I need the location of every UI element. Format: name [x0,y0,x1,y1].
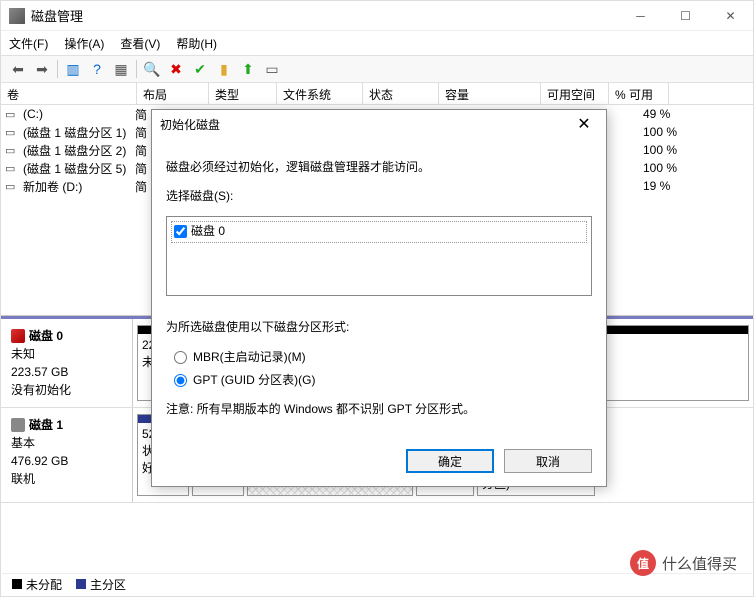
panel-icon[interactable]: ▥ [62,58,84,80]
gpt-radio[interactable]: GPT (GUID 分区表)(G) [174,371,592,390]
delete-icon[interactable]: ✖ [165,58,187,80]
col-free[interactable]: 可用空间 [541,83,609,104]
check-icon[interactable]: ✔ [189,58,211,80]
help-icon[interactable]: ? [86,58,108,80]
col-volume[interactable]: 卷 [1,83,137,104]
app-icon [9,8,25,24]
close-button[interactable]: ✕ [708,1,753,31]
ok-button[interactable]: 确定 [406,449,494,473]
volume-icon: ▭ [5,126,21,139]
select-disk-label: 选择磁盘(S): [166,187,592,206]
watermark-text: 什么值得买 [662,553,737,574]
dialog-titlebar: 初始化磁盘 ✕ [152,110,606,138]
window-title: 磁盘管理 [31,6,618,25]
action-icon[interactable]: 🔍 [141,58,163,80]
initialize-disk-dialog: 初始化磁盘 ✕ 磁盘必须经过初始化，逻辑磁盘管理器才能访问。 选择磁盘(S): … [151,109,607,487]
menu-view[interactable]: 查看(V) [120,35,160,52]
disk-0-checkbox[interactable] [174,225,187,238]
legend: 未分配 主分区 [2,573,752,595]
volume-icon: ▭ [5,162,21,175]
menu-bar: 文件(F) 操作(A) 查看(V) 帮助(H) [1,31,753,55]
disk-checkbox-item[interactable]: 磁盘 0 [171,221,587,242]
col-layout[interactable]: 布局 [137,83,209,104]
volume-icon: ▭ [5,180,21,193]
disk-title: 磁盘 1 [11,416,122,434]
col-capacity[interactable]: 容量 [439,83,541,104]
watermark: 值 什么值得买 [630,550,737,576]
disk-title: 磁盘 0 [11,327,122,345]
dialog-close-icon[interactable]: ✕ [570,114,598,134]
dialog-title: 初始化磁盘 [160,116,220,133]
col-pct[interactable]: % 可用 [609,83,669,104]
refresh-icon[interactable]: ⬆ [237,58,259,80]
cancel-button[interactable]: 取消 [504,449,592,473]
menu-action[interactable]: 操作(A) [64,35,104,52]
toolbar: ⬅ ➡ ▥ ? ▦ 🔍 ✖ ✔ ▮ ⬆ ▭ [1,55,753,83]
disk-header: 磁盘 0 未知 223.57 GB 没有初始化 [1,319,133,407]
disk-header: 磁盘 1 基本 476.92 GB 联机 [1,408,133,502]
minimize-button[interactable]: ─ [618,1,663,31]
volume-icon: ▭ [5,108,21,121]
list-icon[interactable]: ▭ [261,58,283,80]
dialog-intro: 磁盘必须经过初始化，逻辑磁盘管理器才能访问。 [166,158,592,177]
menu-file[interactable]: 文件(F) [9,35,48,52]
table-header: 卷 布局 类型 文件系统 状态 容量 可用空间 % 可用 [1,83,753,105]
title-bar: 磁盘管理 ─ ☐ ✕ [1,1,753,31]
dialog-note: 注意: 所有早期版本的 Windows 都不识别 GPT 分区形式。 [166,400,592,419]
legend-swatch-unallocated [12,579,22,589]
watermark-badge-icon: 值 [630,550,656,576]
col-status[interactable]: 状态 [363,83,439,104]
forward-icon[interactable]: ➡ [31,58,53,80]
menu-help[interactable]: 帮助(H) [176,35,217,52]
folder-icon[interactable]: ▮ [213,58,235,80]
maximize-button[interactable]: ☐ [663,1,708,31]
volume-icon: ▭ [5,144,21,157]
partition-style-label: 为所选磁盘使用以下磁盘分区形式: [166,318,592,337]
back-icon[interactable]: ⬅ [7,58,29,80]
disk-select-list[interactable]: 磁盘 0 [166,216,592,296]
legend-swatch-primary [76,579,86,589]
col-type[interactable]: 类型 [209,83,277,104]
properties-icon[interactable]: ▦ [110,58,132,80]
mbr-radio[interactable]: MBR(主启动记录)(M) [174,348,592,367]
col-fs[interactable]: 文件系统 [277,83,363,104]
